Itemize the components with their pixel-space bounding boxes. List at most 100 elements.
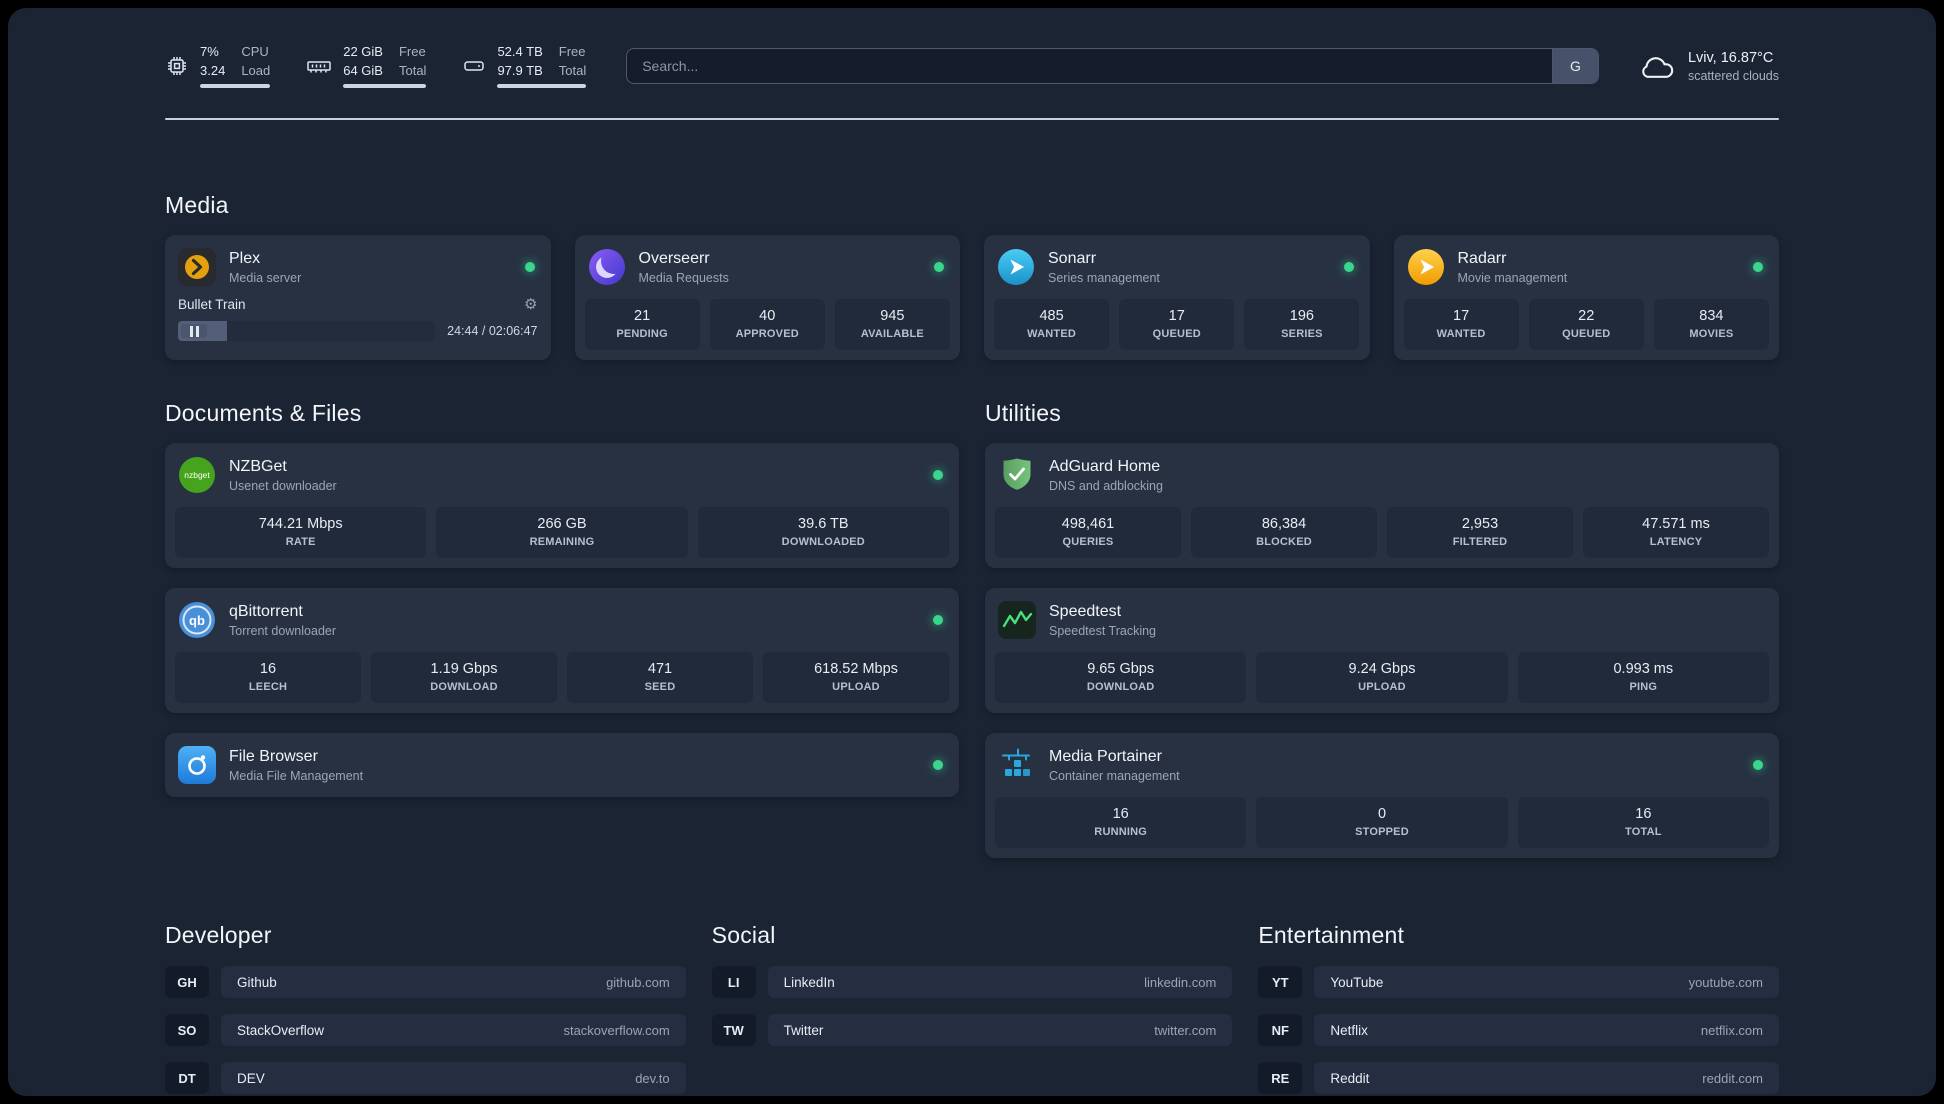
filebrowser-icon xyxy=(178,746,216,785)
stat-tile: 39.6 TB DOWNLOADED xyxy=(697,507,949,559)
nzbget-titles: NZBGet Usenet downloader xyxy=(229,458,337,493)
bookmark-pill: Twitter twitter.com xyxy=(767,1014,1233,1047)
stat-tile: 16 TOTAL xyxy=(1517,797,1769,849)
disk-readout: 52.4 TB 97.9 TB Free Total xyxy=(497,44,587,89)
section-media: Media Plex Media server Bullet Train ⚙ 2… xyxy=(165,192,1779,361)
stat-tile: 17 WANTED xyxy=(1403,299,1519,351)
bookmark-url: youtube.com xyxy=(1688,974,1763,990)
adguard-icon xyxy=(998,456,1036,494)
filebrowser-titles: File Browser Media File Management xyxy=(229,748,363,783)
weather-text: Lviv, 16.87°C scattered clouds xyxy=(1688,50,1779,83)
weather-widget: Lviv, 16.87°C scattered clouds xyxy=(1639,50,1779,83)
radarr-icon xyxy=(1407,248,1445,286)
service-subtitle: Container management xyxy=(1049,768,1180,783)
bookmark-abbr: RE xyxy=(1258,1062,1303,1095)
service-card-adguard[interactable]: AdGuard Home DNS and adblocking 498,461 … xyxy=(985,443,1779,569)
service-card-plex[interactable]: Plex Media server Bullet Train ⚙ 24:44 /… xyxy=(165,235,551,361)
service-title: NZBGet xyxy=(229,457,287,475)
service-card-sonarr[interactable]: Sonarr Series management 485 WANTED 17 Q… xyxy=(984,235,1370,361)
stat-tile: 9.65 Gbps DOWNLOAD xyxy=(995,652,1247,704)
radarr-titles: Radarr Movie management xyxy=(1458,250,1568,285)
service-title: Plex xyxy=(229,249,261,267)
header-divider xyxy=(165,118,1779,121)
bookmark-name: StackOverflow xyxy=(237,1022,325,1038)
bookmark-group-entertainment: Entertainment YT YouTube youtube.com NF … xyxy=(1258,922,1779,1095)
entertainment-heading: Entertainment xyxy=(1258,922,1405,949)
service-subtitle: Torrent downloader xyxy=(229,623,337,638)
stat-tile: 266 GB REMAINING xyxy=(436,507,688,559)
bookmark-github[interactable]: GH Github github.com xyxy=(165,966,686,999)
bookmark-dev[interactable]: DT DEV dev.to xyxy=(165,1062,686,1095)
service-card-qbittorrent[interactable]: qb qBittorrent Torrent downloader 16 LEE… xyxy=(165,588,959,714)
bookmark-linkedin[interactable]: LI LinkedIn linkedin.com xyxy=(711,966,1233,999)
bookmark-abbr: SO xyxy=(165,1014,209,1047)
service-subtitle: Usenet downloader xyxy=(229,478,337,493)
bookmark-abbr: TW xyxy=(711,1014,756,1047)
memory-widget: 22 GiB 64 GiB Free Total xyxy=(306,44,427,89)
content-container: 7% 3.24 CPU Load 22 GiB 64 GiB Free Tota… xyxy=(165,8,1779,1096)
stat-tile: 485 WANTED xyxy=(994,299,1110,351)
adguard-titles: AdGuard Home DNS and adblocking xyxy=(1049,458,1163,493)
stat-tile: 618.52 Mbps UPLOAD xyxy=(763,652,949,704)
status-dot xyxy=(524,262,535,273)
status-dot xyxy=(934,262,944,273)
memory-meter xyxy=(343,84,427,89)
cpu-readout: 7% 3.24 CPU Load xyxy=(200,44,271,89)
bookmark-reddit[interactable]: RE Reddit reddit.com xyxy=(1258,1062,1779,1095)
cpu-widget: 7% 3.24 CPU Load xyxy=(165,44,271,89)
memory-total-value: 64 GiB xyxy=(343,62,383,78)
stat-tile: 0 STOPPED xyxy=(1256,797,1508,849)
disk-meter xyxy=(497,84,587,89)
service-card-nzbget[interactable]: nzbget NZBGet Usenet downloader 744.21 M… xyxy=(165,443,959,569)
bookmark-name: DEV xyxy=(237,1070,265,1086)
service-subtitle: Media server xyxy=(229,270,302,285)
status-dot xyxy=(933,615,943,626)
service-card-radarr[interactable]: Radarr Movie management 17 WANTED 22 QUE… xyxy=(1393,235,1779,361)
top-bar: 7% 3.24 CPU Load 22 GiB 64 GiB Free Tota… xyxy=(165,44,1779,89)
service-card-portainer[interactable]: Media Portainer Container management 16 … xyxy=(985,733,1779,859)
portainer-titles: Media Portainer Container management xyxy=(1049,748,1180,783)
two-column-area: Documents & Files nzbget NZBGet Usenet d… xyxy=(165,400,1779,859)
gear-icon[interactable]: ⚙ xyxy=(524,297,537,312)
svg-text:qb: qb xyxy=(189,613,205,628)
bookmark-pill: Github github.com xyxy=(221,966,686,999)
service-subtitle: Movie management xyxy=(1457,270,1568,285)
stat-row: 21 PENDING 40 APPROVED 945 AVAILABLE xyxy=(584,299,951,351)
resource-widgets: 7% 3.24 CPU Load 22 GiB 64 GiB Free Tota… xyxy=(165,44,587,89)
memory-icon xyxy=(307,61,331,73)
service-card-filebrowser[interactable]: File Browser Media File Management xyxy=(165,733,959,798)
bookmark-pill: DEV dev.to xyxy=(221,1062,686,1095)
bookmark-youtube[interactable]: YT YouTube youtube.com xyxy=(1258,966,1779,999)
search-input[interactable] xyxy=(627,49,1552,84)
svg-text:nzbget: nzbget xyxy=(184,470,210,480)
stat-tile: 17 QUEUED xyxy=(1119,299,1235,351)
utilities-heading: Utilities xyxy=(985,400,1061,427)
service-card-overseerr[interactable]: Overseerr Media Requests 21 PENDING 40 A… xyxy=(574,235,960,361)
bookmark-twitter[interactable]: TW Twitter twitter.com xyxy=(711,1014,1233,1047)
search-provider-button[interactable]: G xyxy=(1551,49,1598,84)
section-documents: Documents & Files nzbget NZBGet Usenet d… xyxy=(165,400,959,798)
stat-tile: 834 MOVIES xyxy=(1653,299,1769,351)
playback-progress-bar[interactable] xyxy=(178,321,436,342)
bookmark-url: dev.to xyxy=(635,1070,670,1086)
bookmark-group-developer: Developer GH Github github.com SO StackO… xyxy=(165,922,686,1095)
bookmark-name: Netflix xyxy=(1330,1022,1368,1038)
cpu-load-value: 3.24 xyxy=(200,62,226,78)
bookmark-netflix[interactable]: NF Netflix netflix.com xyxy=(1258,1014,1779,1047)
disk-free-label: Free xyxy=(558,44,586,59)
bookmark-name: YouTube xyxy=(1330,974,1384,990)
sonarr-icon xyxy=(997,248,1035,286)
service-card-speedtest[interactable]: Speedtest Speedtest Tracking 9.65 Gbps D… xyxy=(985,588,1779,714)
service-title: AdGuard Home xyxy=(1049,457,1161,475)
overseerr-icon xyxy=(588,248,626,286)
bookmark-name: Reddit xyxy=(1330,1070,1370,1086)
bookmark-name: LinkedIn xyxy=(783,974,835,990)
bookmarks-area: Developer GH Github github.com SO StackO… xyxy=(165,922,1779,1096)
stat-tile: 498,461 QUERIES xyxy=(995,507,1181,559)
bookmark-url: linkedin.com xyxy=(1144,974,1217,990)
bookmark-stackoverflow[interactable]: SO StackOverflow stackoverflow.com xyxy=(165,1014,686,1047)
weather-location: Lviv, 16.87°C xyxy=(1687,49,1774,66)
overseerr-titles: Overseerr Media Requests xyxy=(639,250,729,285)
memory-readout: 22 GiB 64 GiB Free Total xyxy=(343,44,427,89)
pause-icon[interactable] xyxy=(181,324,207,339)
